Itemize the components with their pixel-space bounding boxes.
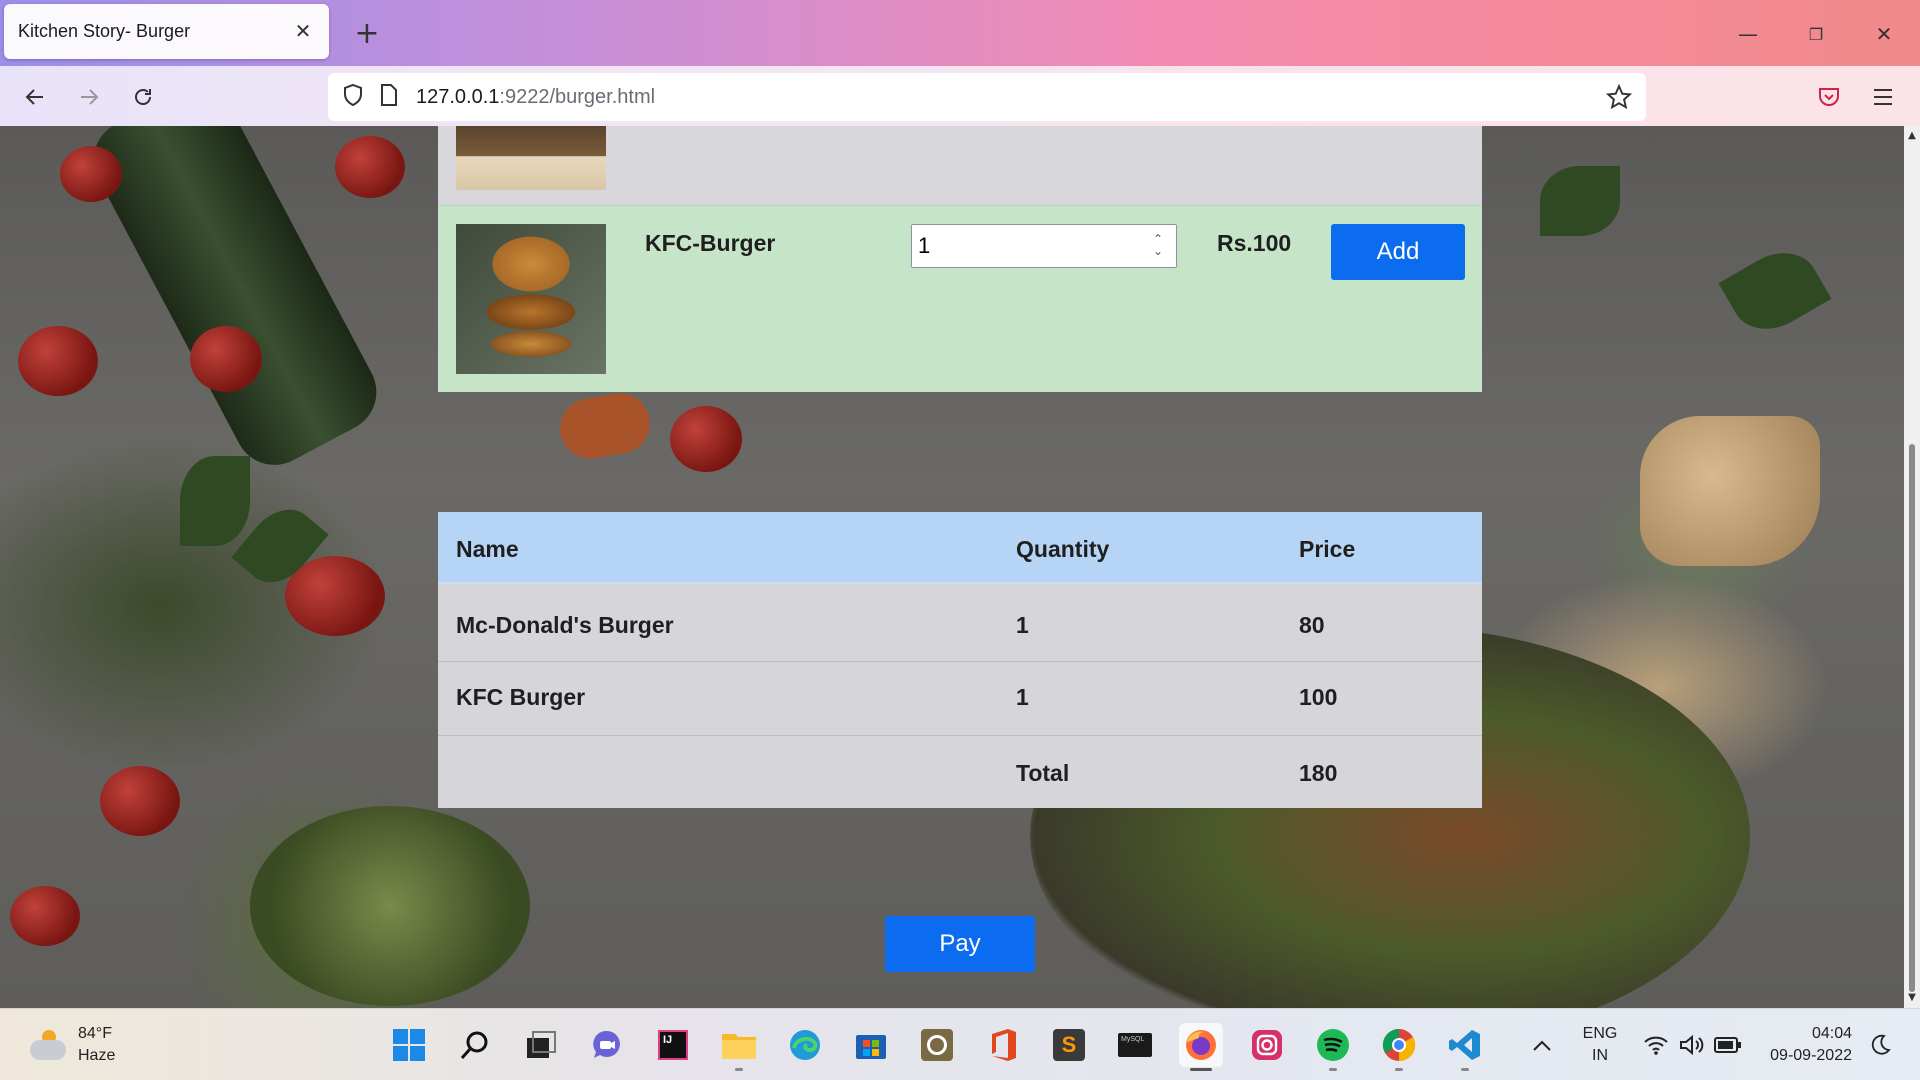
minimize-icon[interactable]: —: [1728, 14, 1768, 54]
scrollbar-thumb[interactable]: [1909, 444, 1915, 992]
reload-icon[interactable]: [124, 78, 162, 116]
add-button[interactable]: Add: [1331, 224, 1465, 280]
burger-thumbnail: [456, 126, 606, 190]
edge-icon[interactable]: [783, 1023, 827, 1067]
office-icon[interactable]: [981, 1023, 1025, 1067]
table-row: Mc-Donald's Burger 1 80: [438, 588, 1482, 662]
row-price: 100: [1299, 684, 1338, 710]
vscode-icon[interactable]: [1443, 1023, 1487, 1071]
tomato-decoration: [18, 326, 98, 396]
scroll-down-icon[interactable]: ▼: [1906, 992, 1918, 1004]
tomato-decoration: [10, 886, 80, 946]
cloud-sun-icon: [28, 1028, 68, 1062]
tomato-decoration: [190, 326, 262, 392]
window-close-icon[interactable]: ✕: [1864, 14, 1904, 54]
row-name: KFC Burger: [456, 684, 586, 710]
weather-desc: Haze: [78, 1047, 116, 1064]
star-icon[interactable]: [1605, 83, 1633, 115]
chrome-icon[interactable]: [1377, 1023, 1421, 1071]
page-scrollbar[interactable]: ▲ ▼: [1904, 126, 1920, 1008]
header-price: Price: [1299, 536, 1356, 562]
clock-date: 09-09-2022: [1770, 1047, 1852, 1064]
close-icon[interactable]: ✕: [291, 20, 315, 44]
menu-icon[interactable]: [1864, 78, 1902, 116]
url-path: :9222/burger.html: [499, 85, 656, 108]
file-explorer-icon[interactable]: [717, 1023, 761, 1071]
table-total-row: Total 180: [438, 736, 1482, 808]
search-icon[interactable]: [453, 1023, 497, 1067]
lang-line2: IN: [1592, 1047, 1608, 1064]
leaf-decoration: [1718, 238, 1832, 344]
clock[interactable]: 04:04 09-09-2022: [1756, 1023, 1852, 1067]
browser-nav-bar: 127.0.0.1:9222/burger.html: [0, 66, 1920, 126]
lime-bowl-decoration: [250, 806, 530, 1006]
windows-start-icon[interactable]: [387, 1023, 431, 1067]
leaf-decoration: [1540, 166, 1620, 236]
weather-widget[interactable]: 84°F Haze: [28, 1023, 115, 1067]
chat-icon[interactable]: [585, 1023, 629, 1067]
spinner-icon[interactable]: ⌃ ⌄: [1150, 233, 1166, 259]
kfc-burger-image: [456, 224, 606, 374]
intellij-icon[interactable]: IJ: [651, 1023, 695, 1067]
task-view-icon[interactable]: [519, 1023, 563, 1067]
app-icon[interactable]: [915, 1023, 959, 1067]
menu-item-price: Rs.100: [1217, 230, 1292, 256]
tomato-decoration: [100, 766, 180, 836]
url-text: 127.0.0.1:9222/burger.html: [416, 86, 655, 109]
back-icon[interactable]: [16, 78, 54, 116]
table-row: KFC Burger 1 100: [438, 662, 1482, 736]
clock-time: 04:04: [1811, 1025, 1852, 1042]
row-name: Mc-Donald's Burger: [456, 612, 674, 638]
lang-line1: ENG: [1582, 1025, 1618, 1042]
chevron-up-icon[interactable]: [1520, 1023, 1564, 1067]
quantity-input[interactable]: 1 ⌃ ⌄: [911, 224, 1177, 268]
shield-icon[interactable]: [342, 83, 364, 112]
tomato-decoration: [60, 146, 122, 202]
row-quantity: 1: [1016, 612, 1029, 638]
mysql-icon[interactable]: MySQL: [1113, 1023, 1157, 1067]
carrot-decoration: [555, 388, 655, 464]
firefox-icon[interactable]: [1179, 1023, 1223, 1071]
row-price: 80: [1299, 612, 1325, 638]
header-name: Name: [456, 536, 519, 562]
language-indicator[interactable]: ENG IN: [1572, 1023, 1628, 1067]
total-label: Total: [1016, 760, 1070, 786]
tab-title: Kitchen Story- Burger: [18, 21, 191, 41]
windows-taskbar: 84°F Haze IJ S MySQL ENG IN 04:04 09-09-…: [0, 1008, 1920, 1080]
total-value: 180: [1299, 760, 1338, 786]
weather-temp: 84°F: [78, 1025, 112, 1042]
moon-icon[interactable]: [1858, 1023, 1902, 1067]
url-host: 127.0.0.1: [416, 85, 500, 108]
sublime-icon[interactable]: S: [1047, 1023, 1091, 1067]
cart-table: Name Quantity Price Mc-Donald's Burger 1…: [438, 512, 1482, 808]
tab-kitchen-story[interactable]: Kitchen Story- Burger ✕: [4, 4, 329, 59]
header-quantity: Quantity: [1016, 536, 1110, 562]
instagram-icon[interactable]: [1245, 1023, 1289, 1067]
restore-icon[interactable]: ❐: [1796, 14, 1836, 54]
menu-item-kfc-burger: KFC-Burger 1 ⌃ ⌄ Rs.100 Add: [438, 205, 1482, 392]
spotify-icon[interactable]: [1311, 1023, 1355, 1071]
url-bar[interactable]: 127.0.0.1:9222/burger.html: [328, 73, 1646, 121]
new-tab-button[interactable]: +: [350, 16, 384, 51]
quantity-value: 1: [918, 233, 931, 258]
menu-item-previous: [438, 126, 1482, 205]
pocket-icon[interactable]: [1810, 78, 1848, 116]
store-icon[interactable]: [849, 1023, 893, 1067]
pay-button[interactable]: Pay: [885, 916, 1035, 972]
scroll-up-icon[interactable]: ▲: [1906, 130, 1918, 142]
ginger-decoration: [1640, 416, 1820, 566]
leaf-decoration: [180, 456, 250, 546]
row-quantity: 1: [1016, 684, 1029, 710]
menu-item-name: KFC-Burger: [645, 230, 776, 256]
tomato-decoration: [670, 406, 742, 472]
tomato-decoration: [335, 136, 405, 198]
battery-icon[interactable]: [1706, 1023, 1750, 1067]
page-icon[interactable]: [380, 83, 398, 111]
page-viewport: KFC-Burger 1 ⌃ ⌄ Rs.100 Add Name Quantity…: [0, 126, 1904, 1008]
browser-tab-bar: Kitchen Story- Burger ✕ + — ❐ ✕: [0, 0, 1920, 66]
forward-icon[interactable]: [70, 78, 108, 116]
table-header: Name Quantity Price: [438, 512, 1482, 585]
